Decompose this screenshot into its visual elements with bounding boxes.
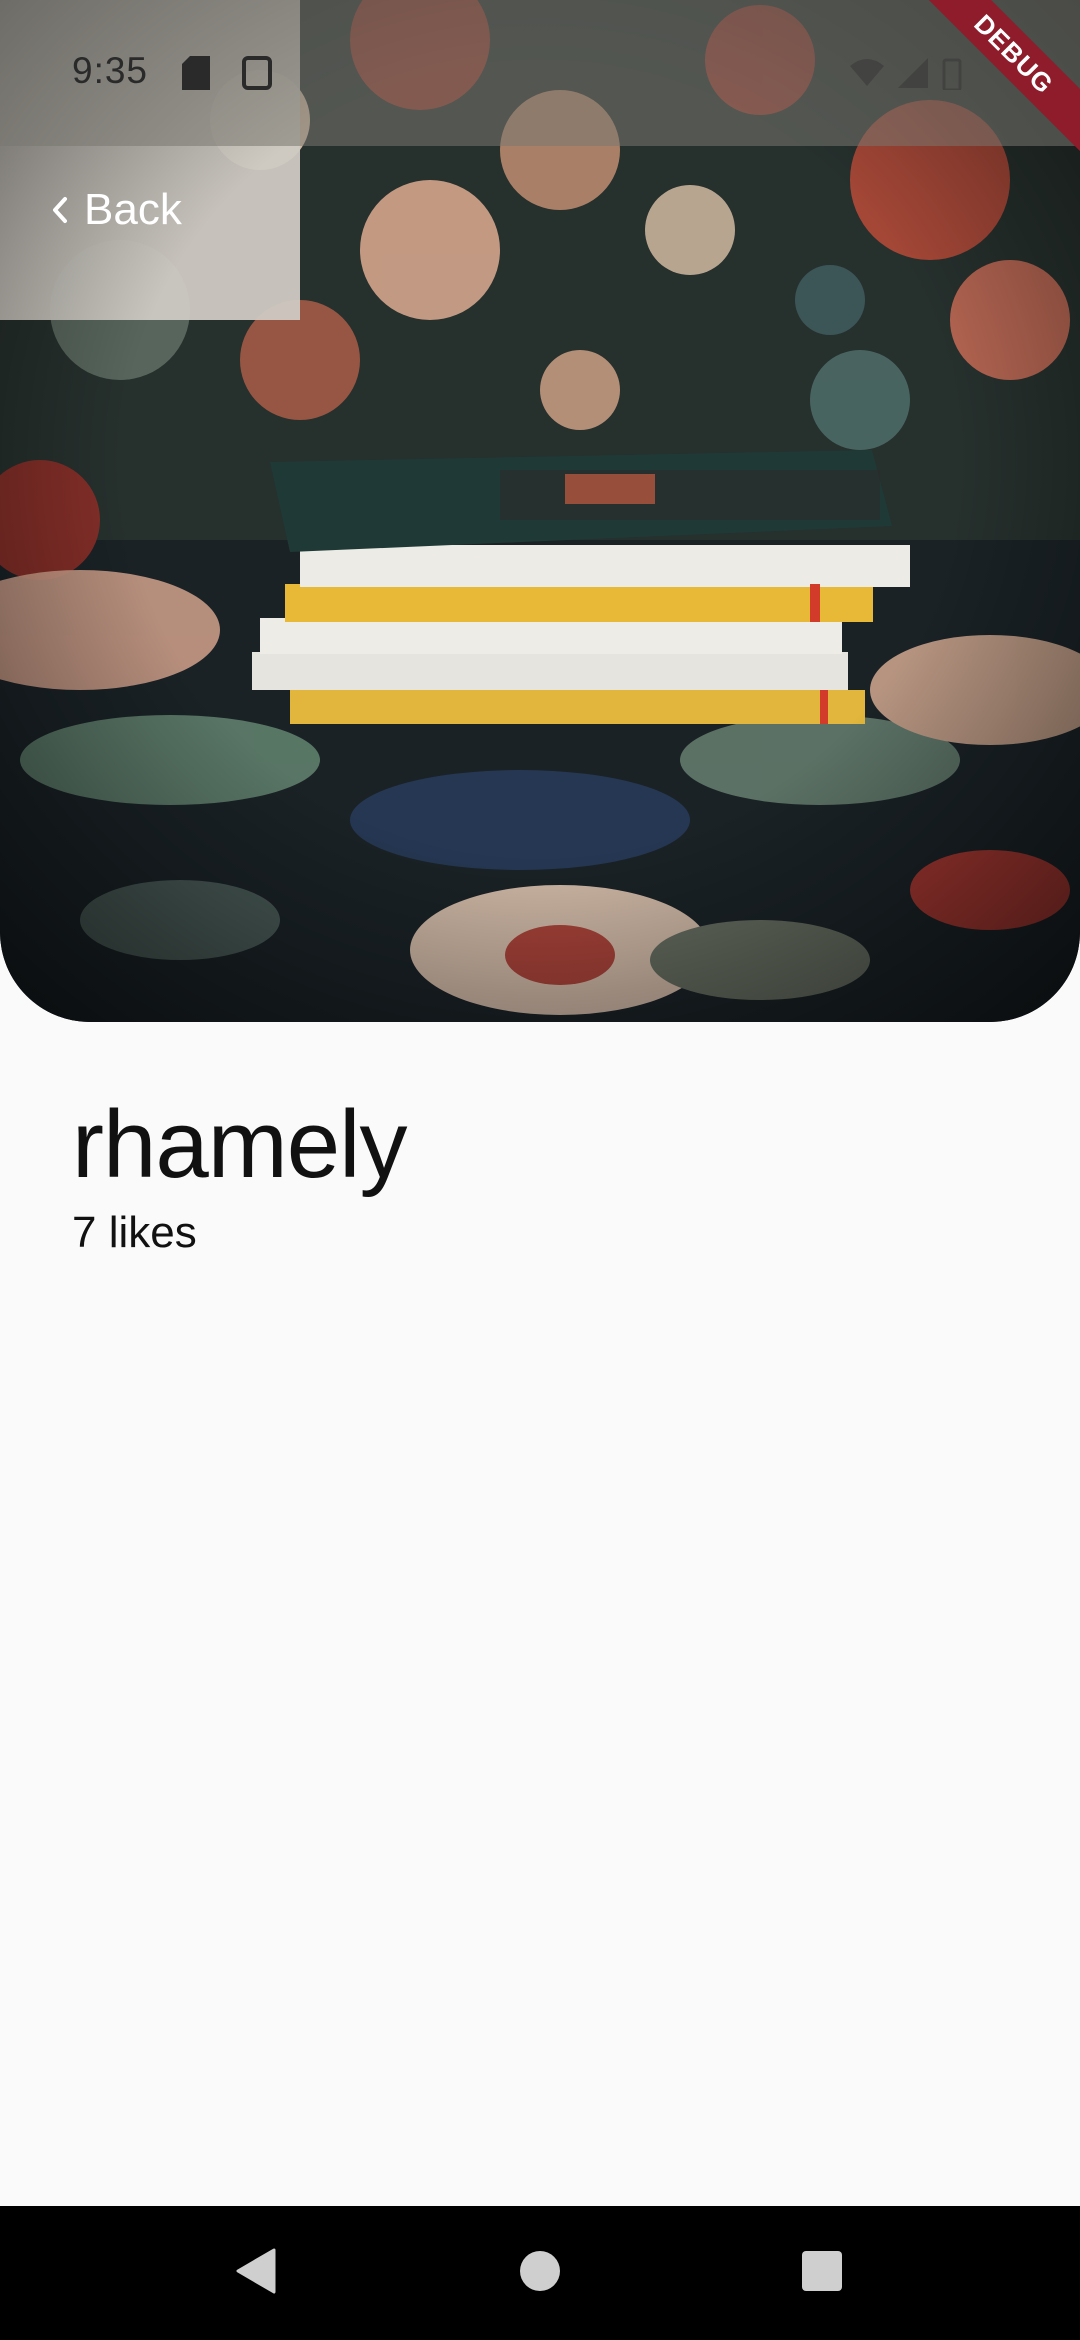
signal-icon [898, 58, 928, 88]
status-bar: 9:35 [0, 0, 1080, 146]
home-circle-icon [519, 2250, 561, 2297]
recents-square-icon [801, 2250, 843, 2297]
back-label: Back [84, 185, 182, 234]
nav-recents-button[interactable] [752, 2206, 892, 2340]
likes-count: 7 likes [72, 1208, 197, 1257]
username-title: rhamely [72, 1091, 407, 1198]
status-time: 9:35 [72, 50, 149, 91]
back-button[interactable]: Back [50, 175, 182, 245]
notification-icon [242, 56, 272, 90]
system-nav-bar [0, 2206, 1080, 2340]
chevron-left-icon [50, 195, 70, 225]
status-icons-right [850, 56, 962, 90]
battery-icon [942, 56, 962, 90]
nav-home-button[interactable] [470, 2206, 610, 2340]
back-triangle-icon [236, 2248, 276, 2299]
nav-back-button[interactable] [186, 2206, 326, 2340]
wifi-icon [850, 58, 884, 88]
hero-photo: 9:35 DEBUG Back [0, 0, 1080, 1022]
sd-card-icon [182, 56, 210, 90]
photo-illustration [0, 0, 1080, 1022]
